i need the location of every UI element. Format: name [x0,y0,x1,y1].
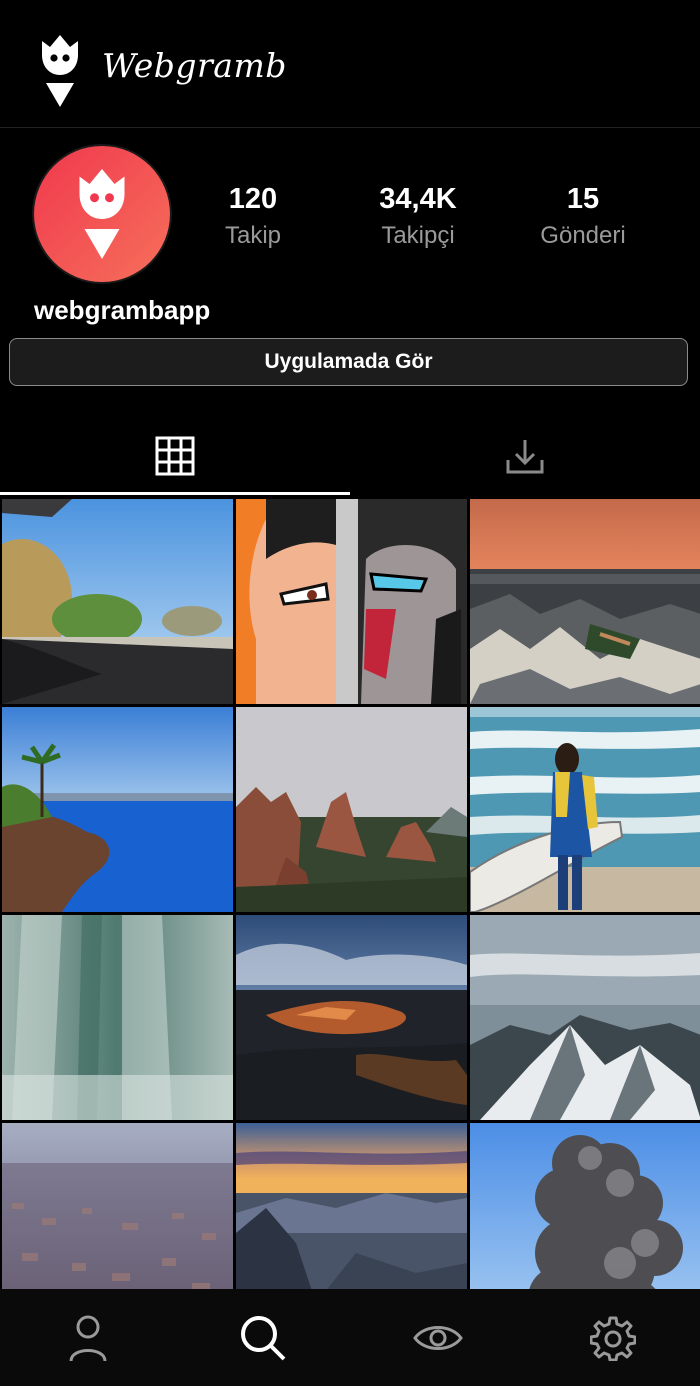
post-canyon-storm-clouds-photo[interactable] [236,915,467,1120]
post-city-sunset-rooftops-photo[interactable] [470,499,700,704]
stat-following[interactable]: 120 Takip [173,182,333,250]
post-snowy-mountain-range-photo[interactable] [470,915,700,1120]
app-header: Webgramb [0,0,700,128]
nav-views-button[interactable] [350,1289,525,1386]
webgramb-logo-icon [79,169,125,259]
avatar[interactable] [34,146,170,282]
post-tropical-cliff-ocean-photo[interactable] [2,707,233,912]
stat-posts[interactable]: 15 Gönderi [503,182,663,250]
stat-followers-value: 34,4K [379,183,457,215]
post-surfer-woman-beach-photo[interactable] [470,707,700,912]
post-car-dashboard-road-photo[interactable] [2,499,233,704]
eye-icon [412,1325,463,1350]
post-red-rock-formations-photo[interactable] [236,707,467,912]
tab-downloads[interactable] [350,420,700,492]
nav-search-button[interactable] [175,1289,350,1386]
tab-grid[interactable] [0,420,350,492]
nav-profile-button[interactable] [0,1289,175,1386]
post-animated-samurai-faces-image[interactable] [236,499,467,704]
stat-posts-value: 15 [566,183,600,215]
stat-following-label: Takip [224,222,282,249]
stat-followers-label: Takipçi [381,222,455,249]
grid-icon [155,436,195,476]
stat-posts-label: Gönderi [540,222,626,249]
profile-icon [69,1315,106,1361]
stat-followers[interactable]: 34,4K Takipçi [338,182,498,250]
brand-title: Webgramb [102,46,287,85]
bottom-navigation [0,1289,700,1386]
active-tab-indicator [0,492,350,495]
view-in-app-button[interactable]: Uygulamada Gör [9,338,688,386]
username: webgrambapp [34,295,211,325]
stat-following-value: 120 [228,183,278,215]
nav-settings-button[interactable] [525,1289,700,1386]
post-waterfall-mist-photo[interactable] [2,915,233,1120]
search-icon [240,1315,285,1360]
download-icon [506,440,544,474]
webgramb-logo-icon[interactable] [36,33,84,109]
gear-icon [589,1316,636,1361]
